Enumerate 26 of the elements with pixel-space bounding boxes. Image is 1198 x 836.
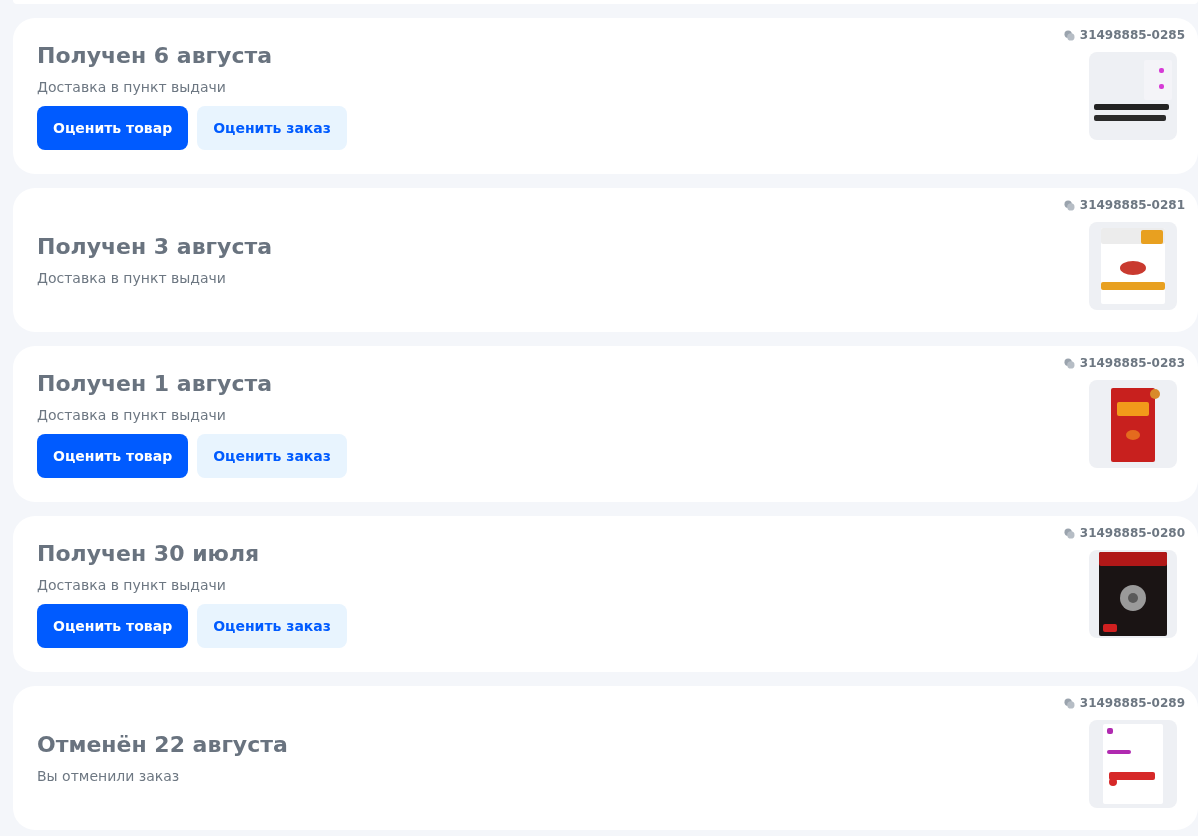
rate-product-button[interactable]: Оценить товар (37, 604, 189, 648)
order-status: Отменён 22 августа (37, 730, 289, 759)
order-number: 31498885-0280 (1079, 526, 1185, 540)
order-number: 31498885-0281 (1079, 198, 1185, 212)
order-status: Получен 6 августа (37, 42, 274, 70)
delivery-info: Доставка в пункт выдачи (37, 406, 227, 425)
order-status: Получен 3 августа (37, 232, 274, 261)
chat-icon (1063, 29, 1075, 41)
order-status: Получен 30 июля (37, 540, 261, 568)
rate-order-button[interactable]: Оценить заказ (197, 106, 347, 150)
chat-icon (1063, 527, 1075, 539)
order-number: 31498885-0283 (1079, 356, 1185, 370)
delivery-info: Вы отменили заказ (37, 766, 181, 786)
delivery-info: Доставка в пункт выдачи (37, 576, 227, 595)
delivery-info: Доставка в пункт выдачи (37, 78, 227, 97)
chat-icon (1063, 357, 1075, 369)
order-number: 31498885-0289 (1079, 696, 1185, 710)
order-status: Получен 1 августа (37, 370, 274, 398)
order-number: 31498885-0285 (1079, 28, 1185, 42)
chat-icon (1063, 199, 1075, 211)
rate-order-button[interactable]: Оценить заказ (197, 604, 347, 648)
delivery-info: Доставка в пункт выдачи (37, 268, 227, 288)
chat-icon (1063, 697, 1075, 709)
rate-order-button[interactable]: Оценить заказ (197, 434, 347, 478)
rate-product-button[interactable]: Оценить товар (37, 434, 189, 478)
rate-product-button[interactable]: Оценить товар (37, 106, 189, 150)
